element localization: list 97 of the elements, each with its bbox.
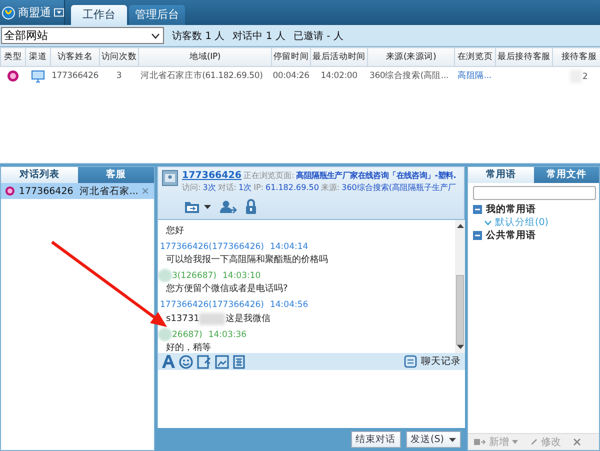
- search-field[interactable]: [473, 186, 596, 200]
- add-icon: [474, 438, 486, 446]
- message-text: 这是我微信: [225, 314, 270, 324]
- conversation-item[interactable]: 177366426 河北省石家...: [1, 183, 154, 199]
- table-cell: 3: [116, 71, 122, 81]
- message-text: 好的，稍等: [166, 343, 211, 353]
- document-icon: [404, 355, 417, 368]
- scroll-thumb[interactable]: [456, 275, 464, 345]
- stat-label: 对话:: [218, 183, 236, 192]
- conversation-label: 177366426 河北省石家...: [18, 184, 138, 198]
- table-cell: 14:02:00: [320, 71, 358, 81]
- sender-name: 177366426(177366426): [160, 242, 264, 252]
- visitor-stat: 已邀请 - 人: [293, 30, 344, 42]
- scroll-up-icon[interactable]: [456, 224, 464, 228]
- blurred-patch: [158, 328, 172, 341]
- monitor-icon: [31, 70, 45, 82]
- end-chat-button[interactable]: 结束对话: [350, 431, 401, 448]
- browsing-page-link[interactable]: 高阻隔瓶生产厂家在线咨询「在线咨询」-塑料.: [296, 171, 456, 180]
- site-select[interactable]: 全部网站: [1, 27, 164, 44]
- message-text: s13731: [166, 314, 200, 324]
- calculator-icon[interactable]: [233, 354, 245, 368]
- page-link[interactable]: 高阻隔...: [458, 71, 492, 81]
- tree-item[interactable]: 公共常用语: [486, 229, 536, 242]
- transfer-user-icon[interactable]: [219, 200, 237, 214]
- browsing-label: 正在浏览页面:: [244, 171, 294, 180]
- message-time: 14:03:10: [222, 270, 261, 280]
- collapse-icon[interactable]: [473, 231, 482, 240]
- message-time: 14:04:14: [270, 242, 308, 252]
- stat-label: 来源:: [320, 183, 340, 192]
- message-text: 您好: [166, 226, 184, 237]
- delete-action[interactable]: [573, 438, 581, 446]
- tab[interactable]: 对话列表: [1, 167, 78, 183]
- message-input[interactable]: [157, 370, 465, 428]
- table-cell: 360综合搜索(高阻...: [370, 71, 449, 81]
- tab[interactable]: 客服: [78, 167, 154, 183]
- tab[interactable]: 管理后台: [129, 5, 185, 25]
- lock-icon[interactable]: [245, 199, 257, 214]
- stat-value: 3次: [202, 183, 216, 192]
- logo-icon: [2, 6, 15, 20]
- tab[interactable]: 常用文件: [534, 167, 599, 183]
- stat-label: 访问:: [182, 183, 201, 192]
- column-header[interactable]: 访问次数: [100, 48, 138, 66]
- pencil-icon: [530, 438, 538, 446]
- table-cell: 河北省石家庄市(61.182.69.50): [140, 71, 263, 81]
- table-cell: 00:04:26: [272, 71, 310, 81]
- chevron-down-icon: [484, 220, 492, 226]
- column-header[interactable]: 渠道: [26, 48, 50, 66]
- tab[interactable]: 工作台: [71, 5, 127, 25]
- stat-label: IP:: [254, 183, 264, 192]
- visitor-stat: 访客数 1 人: [172, 30, 225, 42]
- delete-icon: [573, 438, 581, 446]
- sender-name: 177366426(177366426): [160, 300, 264, 310]
- stat-value: 1次: [238, 183, 252, 192]
- send-button[interactable]: 发送(S): [406, 431, 461, 448]
- image-icon[interactable]: [215, 354, 229, 368]
- visitor-link[interactable]: 177366426: [182, 170, 242, 181]
- dropdown-icon: [151, 32, 160, 38]
- menu-icon[interactable]: [54, 8, 64, 17]
- blurred-patch: [158, 269, 172, 282]
- app-logo[interactable]: 商盟通: [0, 0, 65, 25]
- folder-icon[interactable]: [184, 200, 200, 214]
- column-header[interactable]: 停留时间: [272, 48, 310, 66]
- table-cell: 177366426: [52, 71, 98, 81]
- caret-icon: [512, 440, 518, 444]
- column-header[interactable]: 最后活动时间: [310, 48, 368, 66]
- sender-name: 3(126687): [172, 270, 216, 280]
- visitor-type-icon: [7, 70, 19, 82]
- blurred-patch: [199, 313, 226, 325]
- visitor-stat: 对话中 1 人: [232, 30, 286, 42]
- caret-icon: [449, 438, 456, 442]
- screenshot-icon[interactable]: [197, 354, 211, 368]
- avatar-icon: [162, 170, 178, 186]
- column-header[interactable]: 接待客服: [552, 48, 600, 66]
- column-header[interactable]: 地域(IP): [138, 48, 272, 66]
- column-header[interactable]: 最后接待客服: [496, 48, 552, 66]
- message-text: 可以给我报一下高阻隔和聚酯瓶的价格吗: [166, 255, 328, 266]
- message-time: 14:04:56: [270, 300, 308, 310]
- message-text: 您方便留个微信或者是电话吗?: [166, 284, 288, 295]
- column-header[interactable]: 在浏览页: [454, 48, 496, 66]
- column-header[interactable]: 来源(来源词): [368, 48, 454, 66]
- scrollbar[interactable]: [455, 220, 465, 353]
- stat-value: 61.182.69.50: [265, 183, 319, 192]
- stat-value: 360综合搜索(高阻隔瓶子生产厂: [342, 183, 456, 192]
- caret-icon[interactable]: [204, 204, 211, 208]
- collapse-icon[interactable]: [473, 205, 482, 214]
- smiley-icon[interactable]: [179, 354, 193, 368]
- sender-name: 26687): [172, 330, 202, 340]
- close-icon[interactable]: [142, 187, 149, 195]
- table-cell: 2: [582, 71, 588, 82]
- tab[interactable]: 常用语: [468, 167, 534, 183]
- chat-history-button[interactable]: 聊天记录: [404, 355, 461, 368]
- column-header[interactable]: 访客姓名: [50, 48, 100, 66]
- message-time: 14:03:36: [208, 330, 247, 340]
- tree-item[interactable]: 我的常用语: [486, 203, 536, 216]
- visitor-icon: [5, 185, 15, 197]
- font-icon[interactable]: [162, 355, 175, 368]
- column-header[interactable]: 类型: [0, 48, 26, 66]
